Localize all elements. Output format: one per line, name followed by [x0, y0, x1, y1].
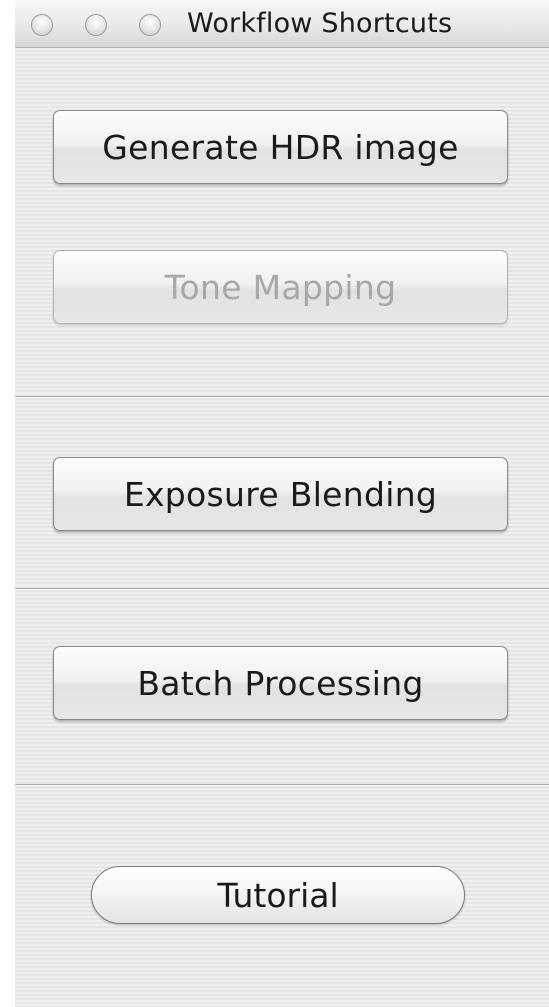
- generate-hdr-image-button[interactable]: Generate HDR image: [53, 110, 508, 184]
- workflow-shortcuts-window: Workflow Shortcuts Generate HDR image To…: [15, 0, 549, 1007]
- tone-mapping-button[interactable]: Tone Mapping: [53, 250, 508, 324]
- zoom-window-button[interactable]: [139, 14, 161, 36]
- title-bar[interactable]: Workflow Shortcuts: [15, 0, 549, 48]
- section-divider: [15, 588, 549, 590]
- window-title: Workflow Shortcuts: [187, 8, 453, 39]
- close-window-button[interactable]: [31, 14, 53, 36]
- tutorial-button[interactable]: Tutorial: [91, 866, 465, 924]
- exposure-blending-button[interactable]: Exposure Blending: [53, 457, 508, 531]
- minimize-window-button[interactable]: [85, 14, 107, 36]
- batch-processing-button[interactable]: Batch Processing: [53, 646, 508, 720]
- section-divider: [15, 396, 549, 398]
- section-divider: [15, 784, 549, 786]
